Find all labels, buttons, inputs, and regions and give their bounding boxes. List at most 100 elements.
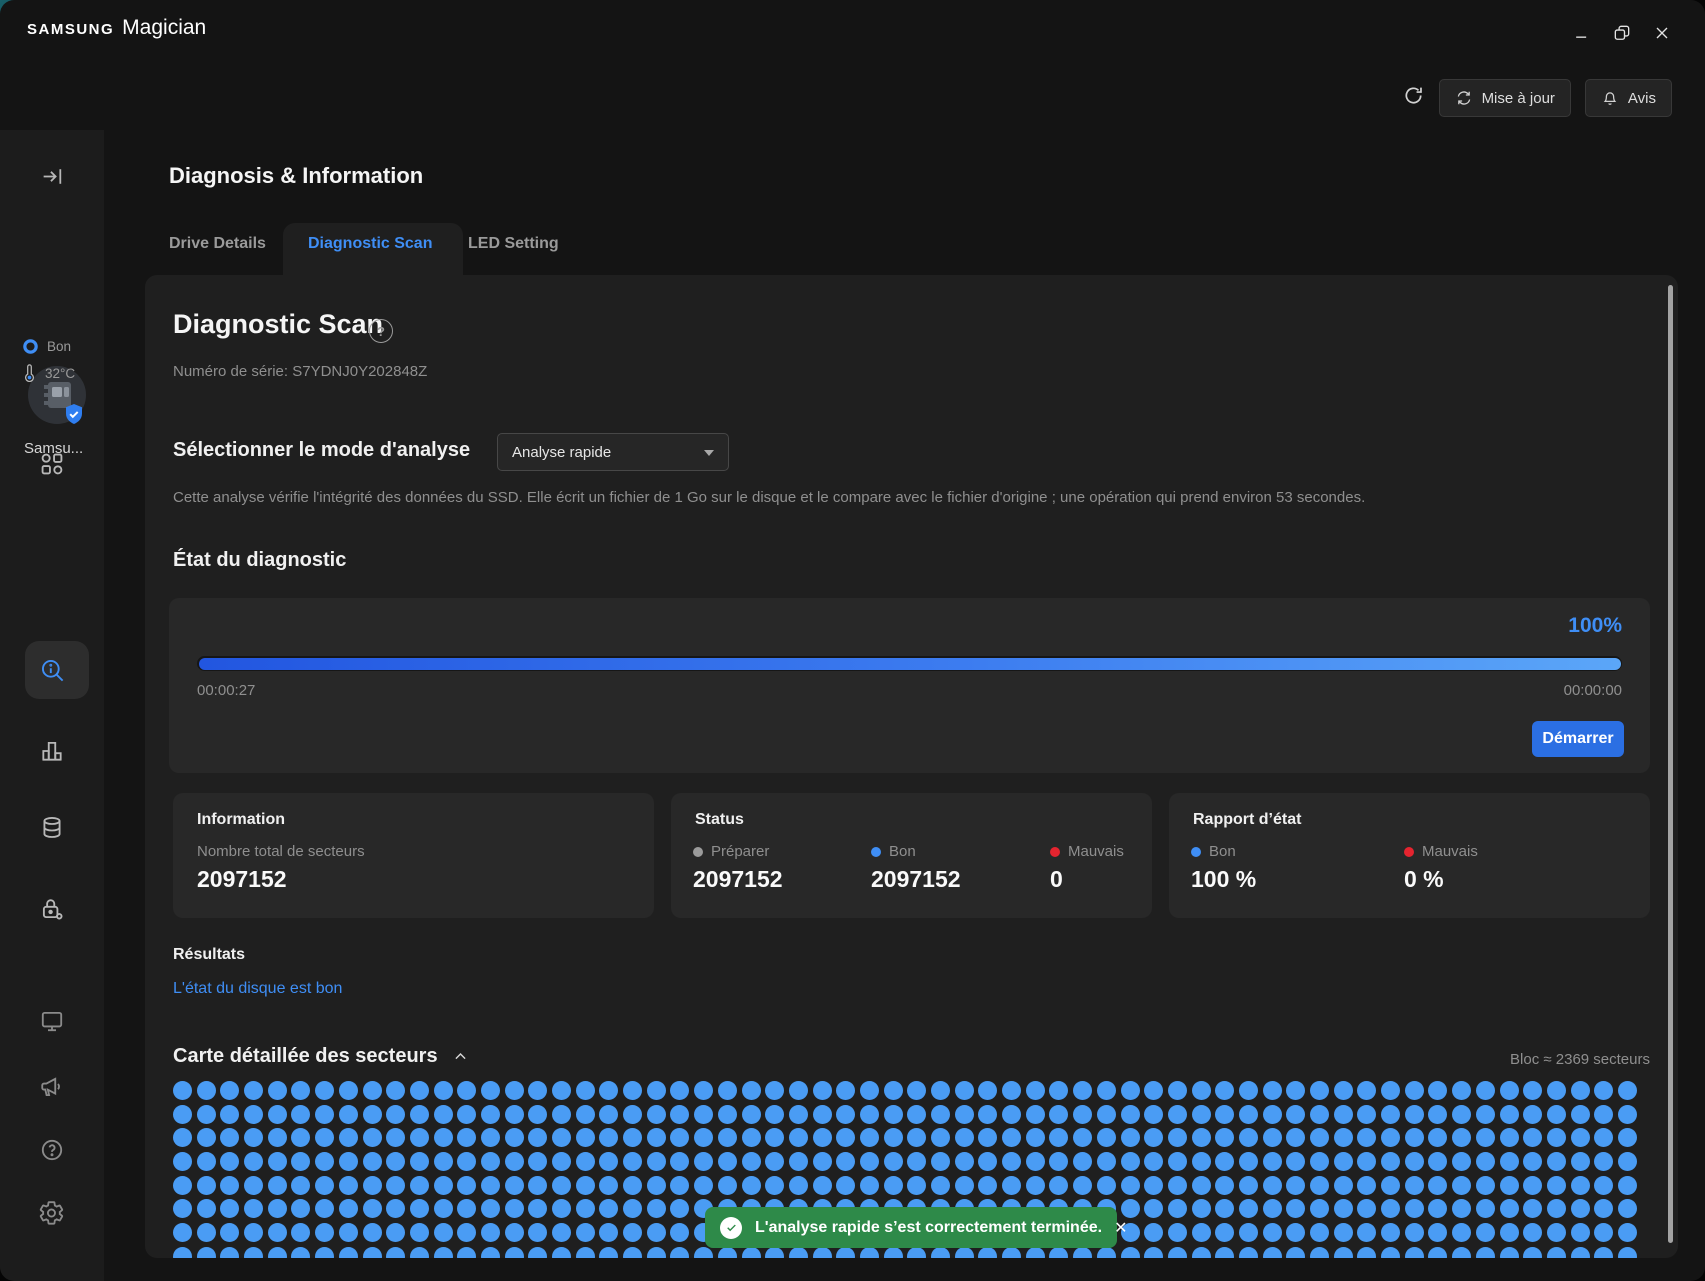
tab-diagnostic-scan[interactable]: Diagnostic Scan <box>308 235 432 253</box>
sector-dot <box>1192 1199 1211 1218</box>
sidebar-item-performance[interactable] <box>0 738 104 764</box>
sector-dot <box>1310 1176 1329 1195</box>
sector-dot <box>291 1105 310 1124</box>
sector-dot <box>457 1223 476 1242</box>
sidebar-item-storage[interactable] <box>0 815 104 841</box>
chevron-up-icon[interactable] <box>452 1048 469 1065</box>
update-button[interactable]: Mise à jour <box>1439 79 1571 117</box>
sector-dot <box>1286 1081 1305 1100</box>
sector-dot <box>339 1247 358 1258</box>
sector-dot <box>197 1247 216 1258</box>
sector-dot <box>1215 1247 1234 1258</box>
report-card-title: Rapport d’état <box>1193 811 1626 829</box>
sector-map-title: Carte détaillée des secteurs <box>173 1045 438 1068</box>
sector-dot <box>1357 1128 1376 1147</box>
sector-dot <box>220 1152 239 1171</box>
sector-dot <box>481 1176 500 1195</box>
sector-dot <box>907 1152 926 1171</box>
sector-dot <box>647 1105 666 1124</box>
sector-dot <box>1121 1105 1140 1124</box>
sector-dot <box>1144 1152 1163 1171</box>
drive-temp-label: 32°C <box>45 366 75 381</box>
restore-button[interactable] <box>1609 20 1635 46</box>
sector-dot <box>1310 1223 1329 1242</box>
sector-dot <box>315 1152 334 1171</box>
sidebar-item-help[interactable] <box>0 1137 104 1163</box>
sector-dot <box>173 1223 192 1242</box>
sector-dot <box>1263 1152 1282 1171</box>
close-button[interactable] <box>1649 20 1675 46</box>
vertical-scrollbar[interactable] <box>1668 285 1673 1243</box>
sector-dot <box>1594 1223 1613 1242</box>
sector-dot <box>386 1223 405 1242</box>
help-tooltip-icon[interactable]: ? <box>369 319 393 343</box>
sector-dot <box>1594 1105 1613 1124</box>
sector-dot <box>1026 1105 1045 1124</box>
sidebar-item-settings[interactable] <box>0 1200 104 1226</box>
sector-dot <box>528 1199 547 1218</box>
good-value: 2097152 <box>871 866 961 893</box>
sector-dot <box>1334 1223 1353 1242</box>
sidebar-item-system[interactable] <box>0 1008 104 1034</box>
notice-button[interactable]: Avis <box>1585 79 1672 117</box>
mode-select[interactable]: Analyse rapide <box>497 433 729 471</box>
sector-dot <box>765 1105 784 1124</box>
sector-dot <box>1002 1247 1021 1258</box>
toast-message: L'analyse rapide s’est correctement term… <box>755 1219 1102 1237</box>
sector-dot <box>505 1176 524 1195</box>
sector-dot <box>978 1081 997 1100</box>
sector-dot <box>1452 1247 1471 1258</box>
sector-dot <box>410 1247 429 1258</box>
sector-dot <box>1500 1199 1519 1218</box>
sector-dot <box>742 1152 761 1171</box>
sector-map-heading: Carte détaillée des secteurs <box>173 1045 469 1068</box>
sector-dot <box>1571 1152 1590 1171</box>
sector-dot <box>931 1081 950 1100</box>
sector-dot <box>1500 1223 1519 1242</box>
sector-dot <box>1286 1199 1305 1218</box>
good-label: Bon <box>889 843 916 860</box>
sidebar-item-announcements[interactable] <box>0 1074 104 1100</box>
sector-dot <box>528 1081 547 1100</box>
sector-dot <box>1144 1081 1163 1100</box>
sector-dot <box>410 1223 429 1242</box>
sector-dot <box>599 1152 618 1171</box>
sector-dot <box>813 1081 832 1100</box>
sector-dot <box>1618 1199 1637 1218</box>
sector-dot <box>1618 1152 1637 1171</box>
progress-bar <box>197 656 1622 671</box>
sector-dot <box>1073 1152 1092 1171</box>
sector-dot <box>339 1152 358 1171</box>
sector-dot <box>1310 1199 1329 1218</box>
expand-sidebar-button[interactable] <box>0 164 104 189</box>
sidebar-item-dashboard[interactable] <box>0 451 104 477</box>
sector-dot <box>576 1105 595 1124</box>
start-button[interactable]: Démarrer <box>1532 721 1624 757</box>
sector-dot <box>1310 1247 1329 1258</box>
sector-dot <box>1263 1176 1282 1195</box>
sector-dot <box>386 1199 405 1218</box>
sector-dot <box>742 1105 761 1124</box>
sector-dot <box>291 1223 310 1242</box>
sector-dot <box>1073 1105 1092 1124</box>
sector-dot <box>718 1176 737 1195</box>
toast-close-button[interactable]: ✕ <box>1102 1218 1127 1238</box>
sidebar-item-diagnosis[interactable] <box>0 657 104 684</box>
tab-led-setting[interactable]: LED Setting <box>468 235 559 253</box>
sector-dot <box>694 1128 713 1147</box>
mode-description: Cette analyse vérifie l'intégrité des do… <box>173 489 1573 506</box>
refresh-button[interactable] <box>1402 84 1425 112</box>
sector-dot <box>339 1128 358 1147</box>
sector-dot <box>1357 1152 1376 1171</box>
total-sectors-value: 2097152 <box>197 866 365 893</box>
sync-icon <box>1455 89 1473 107</box>
sector-dot <box>907 1105 926 1124</box>
sector-dot <box>505 1199 524 1218</box>
minimize-button[interactable] <box>1569 20 1595 46</box>
status-card-title: Status <box>695 811 1128 829</box>
sidebar-item-security[interactable] <box>0 896 104 922</box>
sector-dot <box>1334 1105 1353 1124</box>
tab-drive-details[interactable]: Drive Details <box>169 235 266 253</box>
sector-dot <box>363 1081 382 1100</box>
sector-dot <box>860 1152 879 1171</box>
